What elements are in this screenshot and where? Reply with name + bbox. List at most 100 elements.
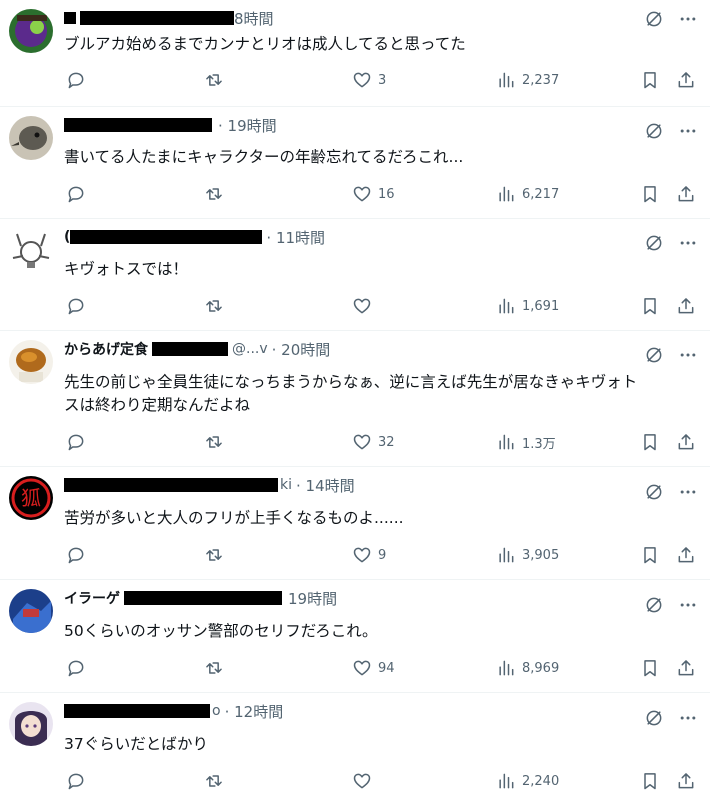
grok-icon[interactable]: [644, 121, 664, 141]
share-icon: [678, 434, 694, 450]
tweet-text: 苦労が多いと大人のフリが上手くなるものよ......: [64, 509, 404, 527]
tweet-header: からあげ定食 @...v · 20時間: [64, 339, 330, 359]
like-button[interactable]: [352, 765, 378, 797]
tweet[interactable]: からあげ定食 @...v · 20時間 先生の前じゃ全員生徒になっちまうからなぁ…: [0, 331, 710, 467]
reply-button[interactable]: [66, 652, 92, 684]
reply-button[interactable]: [66, 178, 92, 210]
retweet-button[interactable]: [204, 765, 230, 797]
retweet-button[interactable]: [204, 178, 230, 210]
more-icon[interactable]: [678, 595, 698, 615]
tweet[interactable]: 狐 ki · 14時間 苦労が多いと大人のフリが上手くなるものよ...... 9…: [0, 467, 710, 580]
views-count: 3,905: [522, 547, 560, 563]
redaction-bar: [152, 342, 228, 356]
views-button[interactable]: 6,217: [496, 178, 559, 210]
avatar[interactable]: [9, 116, 53, 160]
grok-icon[interactable]: [644, 708, 664, 728]
reply-icon: [68, 298, 84, 315]
like-button[interactable]: 9: [352, 539, 386, 571]
more-icon[interactable]: [678, 708, 698, 728]
tweet-time[interactable]: 19時間: [288, 588, 337, 609]
views-button[interactable]: 3,905: [496, 539, 559, 571]
like-count: 3: [378, 72, 387, 88]
tweet[interactable]: o · 12時間 37ぐらいだとばかり 2,240: [0, 693, 710, 807]
retweet-button[interactable]: [204, 64, 230, 96]
tweet[interactable]: ( · 11時間 キヴォトスでは！ 1,691: [0, 219, 710, 331]
share-button[interactable]: [676, 765, 696, 797]
views-count: 6,217: [522, 186, 560, 202]
tweet[interactable]: イラーゲ 19時間 50くらいのオッサン警部のセリフだろこれ。 94 8,969: [0, 580, 710, 693]
tweet-text: 37ぐらいだとばかり: [64, 735, 209, 753]
tweet-time[interactable]: · 11時間: [266, 227, 325, 248]
reply-button[interactable]: [66, 539, 92, 571]
more-icon[interactable]: [678, 345, 698, 365]
retweet-button[interactable]: [204, 290, 230, 322]
redaction-bar: [64, 704, 210, 718]
avatar[interactable]: 狐: [9, 476, 53, 520]
avatar[interactable]: [9, 589, 53, 633]
grok-icon[interactable]: [644, 482, 664, 502]
share-icon: [678, 660, 694, 676]
like-button[interactable]: 16: [352, 178, 395, 210]
bookmark-button[interactable]: [640, 539, 660, 571]
retweet-button[interactable]: [204, 539, 230, 571]
more-icon[interactable]: [678, 9, 698, 29]
like-button[interactable]: 94: [352, 652, 395, 684]
author-handle[interactable]: @...v: [232, 341, 268, 357]
share-button[interactable]: [676, 539, 696, 571]
tweet[interactable]: 8時間 ブルアカ始めるまでカンナとリオは成人してると思ってた 3 2,237: [0, 0, 710, 107]
share-button[interactable]: [676, 64, 696, 96]
author-name[interactable]: イラーゲ: [64, 588, 120, 608]
more-icon[interactable]: [678, 233, 698, 253]
reply-button[interactable]: [66, 765, 92, 797]
like-button[interactable]: [352, 290, 378, 322]
like-icon: [353, 434, 371, 450]
retweet-button[interactable]: [204, 426, 230, 458]
views-count: 8,969: [522, 660, 560, 676]
bookmark-icon: [644, 773, 656, 790]
grok-icon[interactable]: [644, 595, 664, 615]
grok-icon[interactable]: [644, 9, 664, 29]
share-button[interactable]: [676, 290, 696, 322]
bookmark-button[interactable]: [640, 64, 660, 96]
avatar[interactable]: [9, 228, 53, 272]
bookmark-button[interactable]: [640, 765, 660, 797]
share-button[interactable]: [676, 652, 696, 684]
bookmark-icon: [644, 434, 656, 451]
more-icon[interactable]: [678, 121, 698, 141]
avatar[interactable]: [9, 340, 53, 384]
avatar[interactable]: [9, 9, 53, 53]
grok-icon[interactable]: [644, 233, 664, 253]
author-name[interactable]: からあげ定食: [64, 339, 148, 359]
views-button[interactable]: 2,237: [496, 64, 559, 96]
tweet-time[interactable]: · 19時間: [218, 115, 277, 136]
views-button[interactable]: 1.3万: [496, 426, 556, 458]
views-button[interactable]: 1,691: [496, 290, 559, 322]
views-button[interactable]: 2,240: [496, 765, 559, 797]
like-button[interactable]: 32: [352, 426, 395, 458]
like-icon: [353, 773, 371, 789]
share-button[interactable]: [676, 178, 696, 210]
author-handle[interactable]: ki: [280, 477, 292, 493]
reply-button[interactable]: [66, 290, 92, 322]
bookmark-button[interactable]: [640, 178, 660, 210]
bookmark-button[interactable]: [640, 290, 660, 322]
avatar[interactable]: [9, 702, 53, 746]
tweet-time[interactable]: 8時間: [234, 8, 274, 29]
more-icon[interactable]: [678, 482, 698, 502]
tweet-time[interactable]: · 20時間: [272, 339, 331, 360]
tweet-time[interactable]: · 12時間: [225, 701, 284, 722]
views-button[interactable]: 8,969: [496, 652, 559, 684]
author-handle[interactable]: o: [212, 703, 221, 719]
like-button[interactable]: 3: [352, 64, 386, 96]
tweet[interactable]: · 19時間 書いてる人たまにキャラクターの年齢忘れてるだろこれ... 16 6…: [0, 107, 710, 219]
bookmark-button[interactable]: [640, 652, 660, 684]
tweet-time[interactable]: · 14時間: [296, 475, 355, 496]
retweet-button[interactable]: [204, 652, 230, 684]
grok-icon[interactable]: [644, 345, 664, 365]
bookmark-button[interactable]: [640, 426, 660, 458]
share-button[interactable]: [676, 426, 696, 458]
reply-button[interactable]: [66, 426, 92, 458]
reply-button[interactable]: [66, 64, 92, 96]
views-icon: [499, 186, 514, 202]
redaction-bar: [70, 230, 263, 244]
